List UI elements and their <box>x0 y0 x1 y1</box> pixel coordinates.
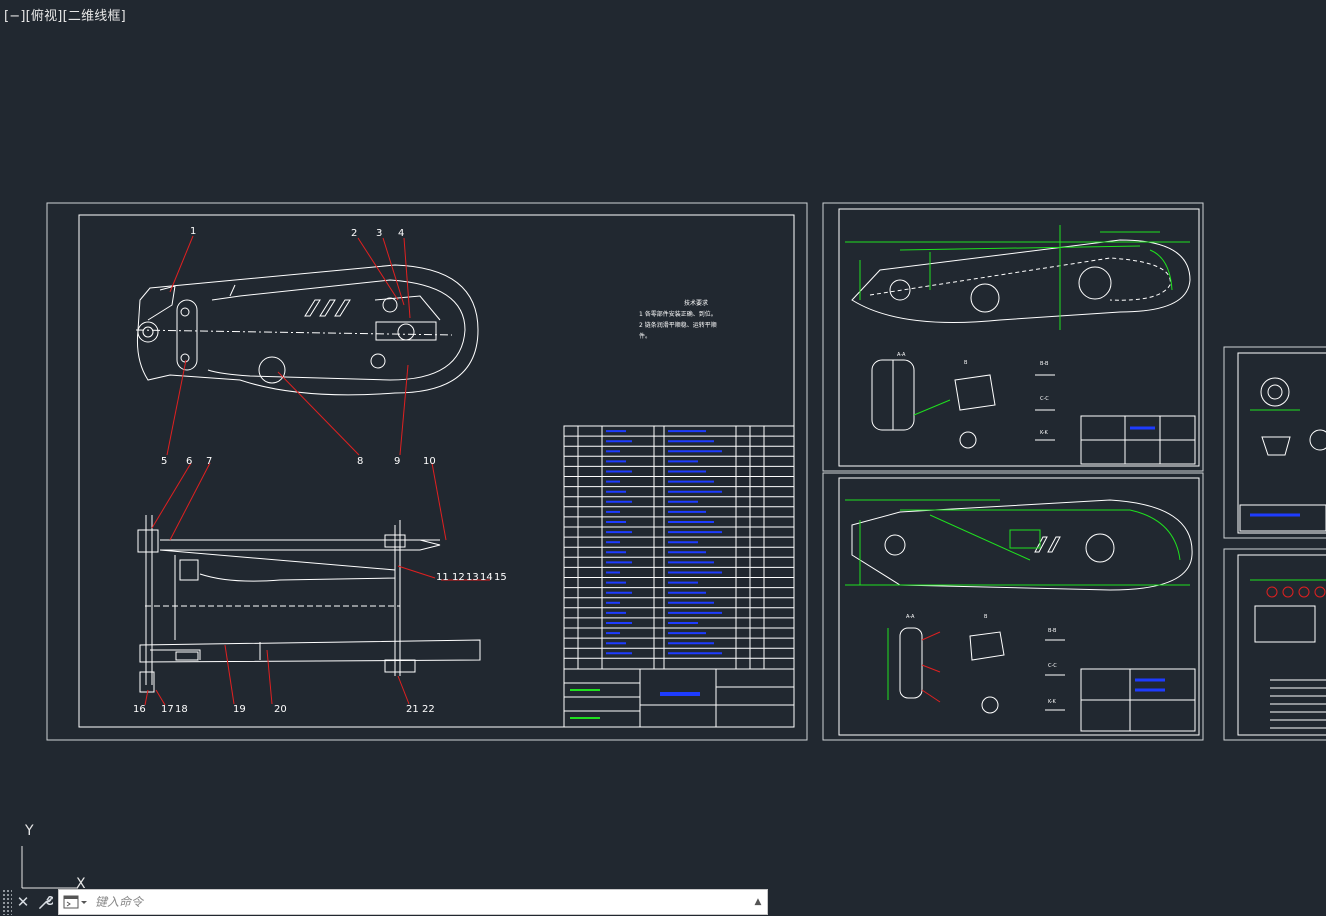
sheet-3-label-bb: B-B <box>1048 628 1057 634</box>
sheet-2-label-kk: K-K <box>1040 430 1049 436</box>
technical-notes: 技术要求 1 各零部件安装正确、到位。 2 链条润滑平顺稳、运转平顺 件。 <box>639 299 717 340</box>
balloon-7: 7 <box>206 456 212 467</box>
note-2: 2 链条润滑平顺稳、运转平顺 <box>639 321 717 329</box>
wrench-icon[interactable] <box>34 889 56 915</box>
sheet-3-label-cc: C-C <box>1048 663 1057 669</box>
sheet-3-section-views <box>887 627 1065 714</box>
balloon-11: 11 <box>436 572 449 583</box>
balloon-8: 8 <box>357 456 363 467</box>
command-history-toggle[interactable]: ▲ <box>749 897 767 907</box>
sheet-3-label-aa: A-A <box>906 614 915 620</box>
sheet-3-title-block <box>1080 668 1196 732</box>
sheet-4-partial <box>1223 346 1326 539</box>
sheet-3-label-kk: K-K <box>1048 699 1057 705</box>
command-input[interactable] <box>93 890 749 914</box>
command-input-container: ▲ <box>58 889 768 915</box>
parts-list-table <box>563 425 795 670</box>
sheet-3-inner-border <box>838 477 1200 736</box>
notes-title: 技术要求 <box>684 299 708 307</box>
sheet-2-outer-border <box>822 202 1204 472</box>
command-line-grip[interactable] <box>2 889 12 915</box>
balloon-16: 16 <box>133 704 146 715</box>
balloon-21: 21 <box>406 704 419 715</box>
sheet-3-part-drawing: A-A B B-B C-C K-K <box>822 472 1204 741</box>
command-line: ✕ ▲ <box>0 888 768 916</box>
balloon-4: 4 <box>398 228 404 239</box>
balloon-10: 10 <box>423 456 436 467</box>
sheet-3-label-b: B <box>984 614 988 620</box>
balloon-22: 22 <box>422 704 435 715</box>
balloon-numbers: 1 2 3 4 5 6 7 8 9 10 11 12 13 14 15 16 1… <box>133 226 507 715</box>
sheet-2-label-cc: C-C <box>1040 396 1049 402</box>
title-block <box>563 668 795 728</box>
sheet-2-label-bb: B-B <box>1040 361 1049 367</box>
top-view-chain-guard <box>135 264 479 396</box>
sheet-1-assembly: 1 2 3 4 5 6 7 8 9 10 11 12 13 14 15 16 1… <box>46 202 808 741</box>
balloon-3: 3 <box>376 228 382 239</box>
balloon-14: 14 <box>480 572 493 583</box>
balloon-17: 17 <box>161 704 174 715</box>
balloon-1: 1 <box>190 226 196 237</box>
sheet-2-label-aa: A-A <box>897 352 906 358</box>
balloon-19: 19 <box>233 704 246 715</box>
recent-commands-icon[interactable] <box>59 890 93 914</box>
balloon-9: 9 <box>394 456 400 467</box>
balloon-2: 2 <box>351 228 357 239</box>
balloon-13: 13 <box>466 572 479 583</box>
note-3: 件。 <box>639 332 651 340</box>
balloon-15: 15 <box>494 572 507 583</box>
balloon-5: 5 <box>161 456 167 467</box>
front-view-assembly <box>137 515 481 693</box>
ucs-icon <box>21 846 78 889</box>
model-space-canvas[interactable]: 1 2 3 4 5 6 7 8 9 10 11 12 13 14 15 16 1… <box>0 0 1326 916</box>
close-icon[interactable]: ✕ <box>12 889 34 915</box>
sheet-2-label-b: B <box>964 360 968 366</box>
balloon-18: 18 <box>175 704 188 715</box>
sheet-2-part-drawing: A-A B B-B C-C K-K <box>822 202 1204 472</box>
sheet-2-section-views <box>871 359 1055 449</box>
note-1: 1 各零部件安装正确、到位。 <box>639 310 717 318</box>
balloon-12: 12 <box>452 572 465 583</box>
ucs-y-label: Y <box>25 823 34 839</box>
sheet-5-partial <box>1223 548 1326 741</box>
sheet-2-title-block <box>1080 415 1196 465</box>
balloon-20: 20 <box>274 704 287 715</box>
balloon-6: 6 <box>186 456 192 467</box>
